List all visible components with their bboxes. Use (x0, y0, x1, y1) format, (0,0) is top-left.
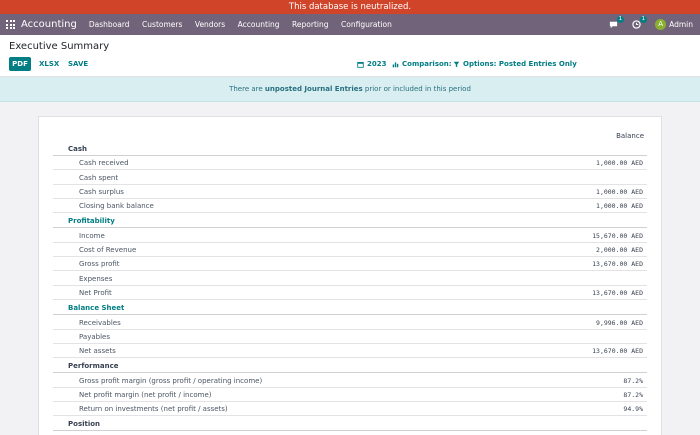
control-panel: Executive Summary PDF XLSX SAVE 2023 Com… (0, 35, 700, 77)
user-name[interactable]: Admin (669, 20, 693, 29)
report-row[interactable]: Receivables 9,996.00 AED (53, 316, 647, 330)
row-label: Return on investments (net profit / asse… (79, 405, 228, 413)
row-value: 87.2% (623, 391, 643, 399)
row-value: 13,670.00 AED (592, 347, 643, 355)
row-label: Cash received (79, 159, 129, 167)
menu-item-reporting[interactable]: Reporting (292, 20, 328, 29)
funnel-icon (453, 61, 460, 67)
pdf-button[interactable]: PDF (9, 57, 31, 71)
balance-column-header: Balance (616, 132, 644, 140)
report-row[interactable]: Cost of Revenue 2,000.00 AED (53, 243, 647, 257)
report-row[interactable]: Gross profit margin (gross profit / oper… (53, 374, 647, 388)
report-row[interactable]: Payables (53, 330, 647, 344)
section-balance-sheet[interactable]: Balance Sheet (53, 301, 647, 315)
menu-item-vendors[interactable]: Vendors (195, 20, 225, 29)
row-label: Income (79, 232, 105, 240)
comparison-filter[interactable]: Comparison: (392, 57, 452, 71)
row-value: 1,000.00 AED (596, 202, 643, 210)
row-label: Gross profit (79, 260, 120, 268)
calendar-icon (357, 61, 364, 68)
section-performance[interactable]: Performance (53, 359, 647, 373)
row-label: Expenses (79, 275, 113, 283)
section-title: Cash (68, 145, 88, 153)
top-navbar: Accounting Dashboard Customers Vendors A… (0, 14, 700, 35)
date-filter[interactable]: 2023 (357, 57, 386, 71)
options-filter[interactable]: Options: Posted Entries Only (453, 57, 577, 71)
menu-item-configuration[interactable]: Configuration (341, 20, 392, 29)
report-row[interactable]: Net Profit 13,670.00 AED (53, 286, 647, 300)
section-cash[interactable]: Cash (53, 142, 647, 156)
report-row[interactable]: Cash surplus 1,000.00 AED (53, 185, 647, 199)
row-value: 87.2% (623, 377, 643, 385)
save-button[interactable]: SAVE (68, 57, 88, 71)
row-label: Cost of Revenue (79, 246, 137, 254)
app-brand[interactable]: Accounting (21, 19, 77, 30)
bar-chart-icon (392, 61, 399, 67)
section-title: Position (68, 420, 101, 428)
menu-item-dashboard[interactable]: Dashboard (89, 20, 130, 29)
unposted-entries-alert: There are unposted Journal Entries prior… (0, 77, 700, 102)
row-label: Cash surplus (79, 188, 124, 196)
row-value: 94.9% (623, 405, 643, 413)
activities-count-badge: 1 (639, 16, 648, 23)
row-label: Payables (79, 333, 110, 341)
date-filter-label: 2023 (367, 60, 387, 68)
report-row[interactable]: Closing bank balance 1,000.00 AED (53, 199, 647, 213)
comparison-filter-label: Comparison: (402, 60, 452, 68)
row-label: Cash spent (79, 174, 119, 182)
row-label: Gross profit margin (gross profit / oper… (79, 377, 263, 385)
row-label: Net Profit (79, 289, 112, 297)
messages-count-badge: 1 (616, 16, 625, 23)
report-row[interactable]: Net profit margin (net profit / income) 8… (53, 388, 647, 402)
section-title: Performance (68, 362, 119, 370)
section-position[interactable]: Position (53, 417, 647, 431)
row-value: 13,670.00 AED (592, 260, 643, 268)
xlsx-button[interactable]: XLSX (39, 57, 59, 71)
row-value: 9,996.00 AED (596, 319, 643, 327)
section-title: Profitability (68, 217, 115, 225)
alert-text-prefix: There are (229, 85, 265, 93)
section-title: Balance Sheet (68, 304, 125, 312)
report-row[interactable]: Expenses (53, 272, 647, 286)
activities-clock-icon[interactable]: 1 (632, 16, 648, 29)
row-value: 13,670.00 AED (592, 289, 643, 297)
row-value: 2,000.00 AED (596, 246, 643, 254)
row-label: Receivables (79, 319, 121, 327)
row-label: Closing bank balance (79, 202, 154, 210)
row-value: 1,000.00 AED (596, 159, 643, 167)
user-avatar[interactable]: A (655, 19, 667, 30)
report-row[interactable]: Cash spent (53, 171, 647, 185)
page-title: Executive Summary (9, 41, 110, 52)
row-label: Net assets (79, 347, 116, 355)
row-value: 15,670.00 AED (592, 232, 643, 240)
menu-item-accounting[interactable]: Accounting (238, 20, 280, 29)
unposted-entries-link[interactable]: unposted Journal Entries (265, 85, 363, 93)
report-row[interactable]: Net assets 13,670.00 AED (53, 344, 647, 358)
neutralized-banner: This database is neutralized. (0, 0, 700, 14)
report-row[interactable]: Cash received 1,000.00 AED (53, 156, 647, 170)
report-sheet: Balance Cash Cash received 1,000.00 AED C… (38, 116, 662, 435)
menu-item-customers[interactable]: Customers (142, 20, 182, 29)
alert-text-suffix: prior or included in this period (362, 85, 471, 93)
report-row[interactable]: Income 15,670.00 AED (53, 229, 647, 243)
report-row[interactable]: Gross profit 13,670.00 AED (53, 257, 647, 271)
app-menu-icon[interactable] (6, 20, 15, 29)
section-profitability[interactable]: Profitability (53, 214, 647, 228)
main-menu: Dashboard Customers Vendors Accounting R… (89, 20, 405, 29)
row-value: 1,000.00 AED (596, 188, 643, 196)
options-filter-label: Options: Posted Entries Only (463, 60, 577, 68)
report-row[interactable]: Return on investments (net profit / asse… (53, 402, 647, 416)
row-label: Net profit margin (net profit / income) (79, 391, 212, 399)
messages-icon[interactable]: 1 (609, 16, 625, 29)
